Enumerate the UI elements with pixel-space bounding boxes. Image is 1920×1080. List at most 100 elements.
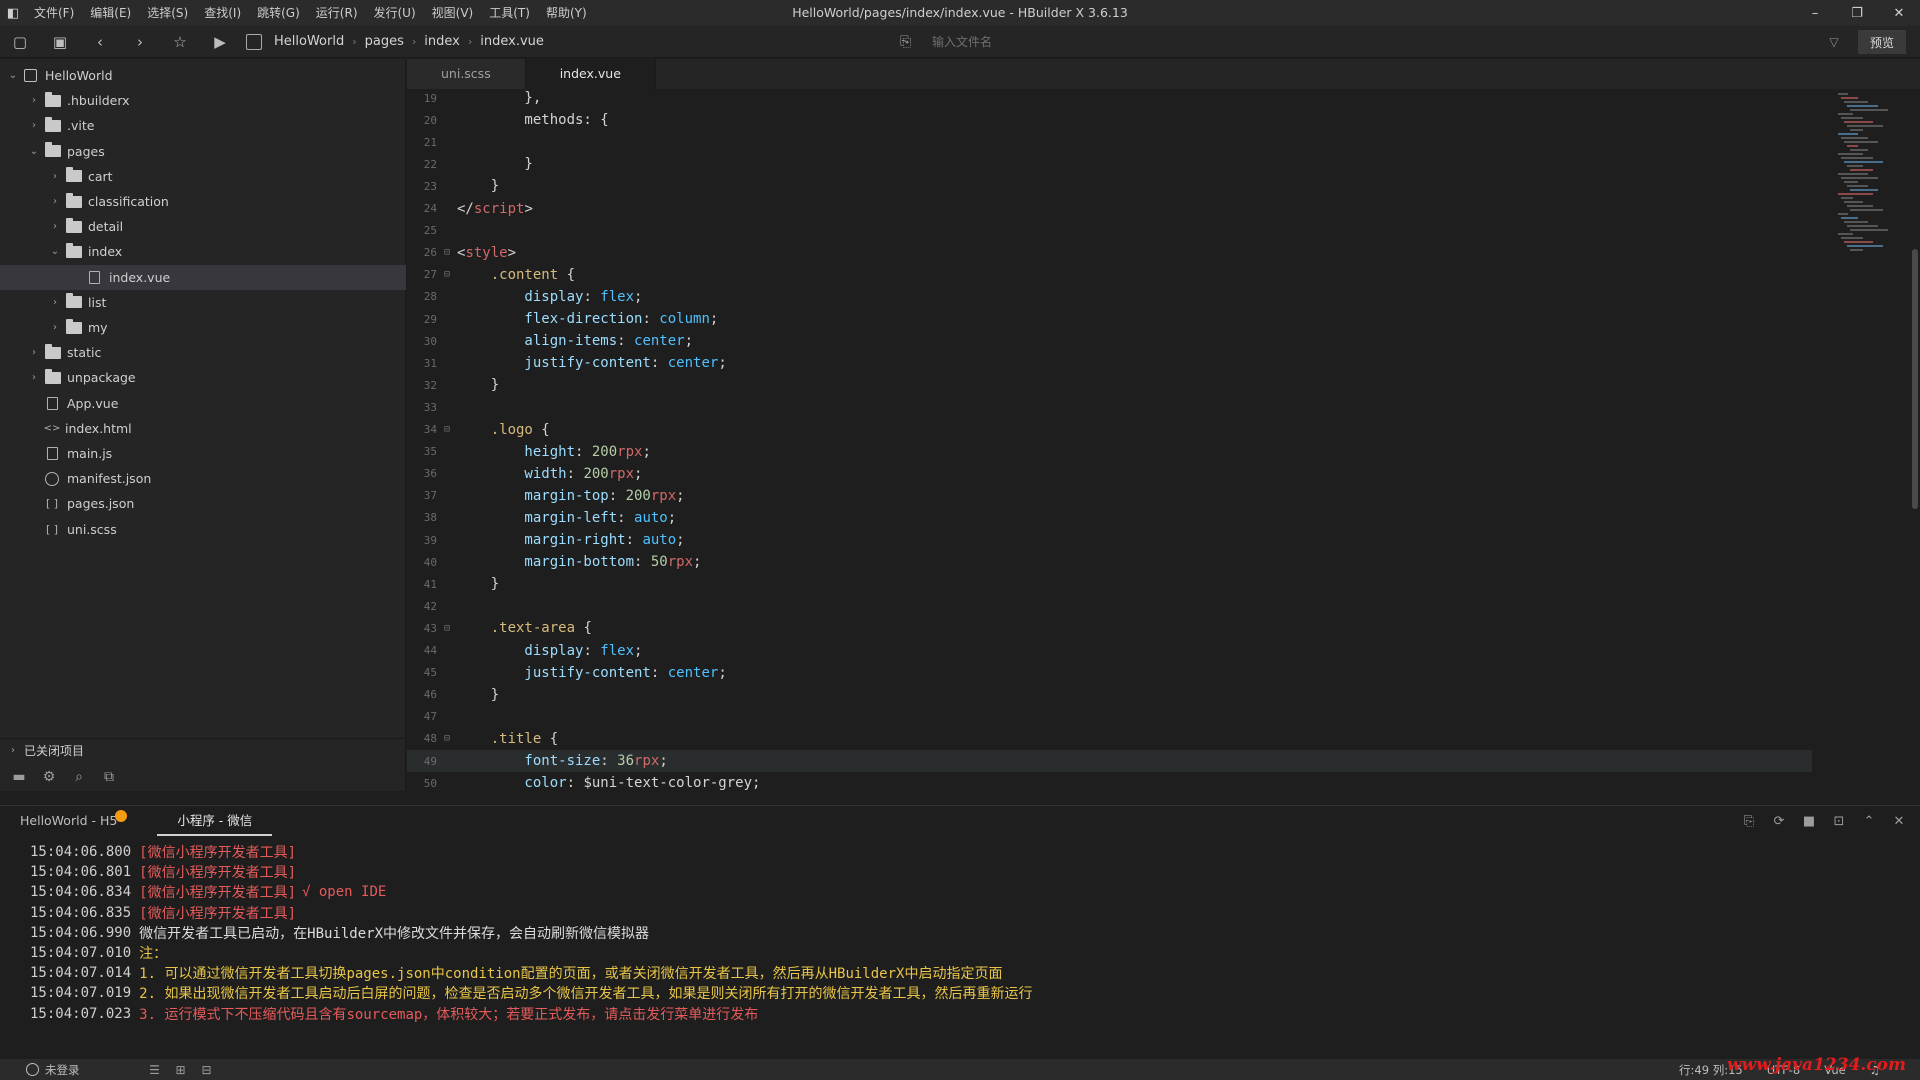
code-line[interactable]: 33 — [407, 396, 1812, 418]
menu-item[interactable]: 编辑(E) — [82, 0, 139, 26]
code-line[interactable]: 24 </script> — [407, 198, 1812, 220]
breadcrumb-item[interactable]: pages — [365, 34, 404, 49]
code-line[interactable]: 32 } — [407, 374, 1812, 396]
menu-item[interactable]: 选择(S) — [139, 0, 196, 26]
code-line[interactable]: 46 } — [407, 684, 1812, 706]
code-line[interactable]: 22 } — [407, 153, 1812, 175]
restart-icon[interactable]: ⟳ — [1764, 806, 1794, 836]
code-line[interactable]: 27 ⊟ .content { — [407, 264, 1812, 286]
fold-toggle-icon[interactable]: ⊟ — [437, 424, 457, 435]
tree-item[interactable]: [ ] pages.json — [0, 491, 406, 516]
breadcrumb-item[interactable]: HelloWorld — [274, 34, 344, 49]
back-icon[interactable]: ‹ — [80, 26, 120, 58]
tree-item[interactable]: main.js — [0, 441, 406, 466]
save-icon[interactable]: ▣ — [40, 26, 80, 58]
search-icon[interactable]: ⌕ — [64, 762, 94, 791]
menu-item[interactable]: 工具(T) — [481, 0, 538, 26]
code-line[interactable]: 50 color: $uni-text-color-grey; — [407, 772, 1812, 791]
terminal-icon[interactable]: ⊞ — [168, 1063, 194, 1077]
new-file-icon[interactable]: ▢ — [0, 26, 40, 58]
fold-toggle-icon[interactable]: ⊟ — [437, 269, 457, 280]
code-line[interactable]: 30 align-items: center; — [407, 330, 1812, 352]
console-tab[interactable]: HelloWorld - H5 — [0, 806, 128, 836]
favorite-star-icon[interactable]: ☆ — [160, 26, 200, 58]
tree-item[interactable]: ⌄ HelloWorld — [0, 63, 406, 88]
folder-icon[interactable]: ▬ — [4, 762, 34, 791]
code-line[interactable]: 36 width: 200rpx; — [407, 463, 1812, 485]
forward-icon[interactable]: › — [120, 26, 160, 58]
menu-item[interactable]: 运行(R) — [308, 0, 366, 26]
menu-item[interactable]: 跳转(G) — [249, 0, 308, 26]
maximize-panel-icon[interactable]: ⌃ — [1854, 806, 1884, 836]
restore-icon[interactable]: ❐ — [1836, 0, 1878, 26]
editor-tab[interactable]: index.vue — [525, 59, 656, 89]
tree-item[interactable]: › .vite — [0, 113, 406, 138]
tree-item[interactable]: manifest.json — [0, 466, 406, 491]
minimap[interactable] — [1838, 93, 1898, 263]
menu-item[interactable]: 视图(V) — [424, 0, 482, 26]
tree-item[interactable]: ⌄ pages — [0, 139, 406, 164]
open-external-icon[interactable]: ⎘ — [1734, 806, 1764, 836]
file-search-input[interactable] — [932, 31, 1232, 53]
filter-icon[interactable]: ▽ — [1822, 26, 1846, 58]
code-line[interactable]: 34 ⊟ .logo { — [407, 419, 1812, 441]
code-line[interactable]: 47 — [407, 706, 1812, 728]
tree-item[interactable]: › unpackage — [0, 365, 406, 390]
console-output[interactable]: 15:04:06.800 [微信小程序开发者工具] 15:04:06.801 [微信小… — [0, 844, 1920, 1059]
console-tab[interactable]: 小程序 - 微信 — [157, 806, 273, 836]
breadcrumb-item[interactable]: index — [424, 34, 460, 49]
menu-item[interactable]: 文件(F) — [26, 0, 82, 26]
tree-item[interactable]: ⌄ index — [0, 239, 406, 264]
code-line[interactable]: 21 — [407, 131, 1812, 153]
tree-item[interactable]: › my — [0, 315, 406, 340]
copy-icon[interactable]: ⧉ — [94, 762, 124, 791]
code-line[interactable]: 19 }, — [407, 89, 1812, 109]
close-icon[interactable]: ✕ — [1878, 0, 1920, 26]
code-line[interactable]: 43 ⊟ .text-area { — [407, 617, 1812, 639]
tree-item[interactable]: › cart — [0, 164, 406, 189]
code-line[interactable]: 31 justify-content: center; — [407, 352, 1812, 374]
run-icon[interactable]: ▶ — [200, 26, 240, 58]
code-line[interactable]: 41 } — [407, 573, 1812, 595]
tree-item[interactable]: › list — [0, 290, 406, 315]
menu-item[interactable]: 查找(I) — [196, 0, 249, 26]
tree-item[interactable]: App.vue — [0, 391, 406, 416]
code-line[interactable]: 49 font-size: 36rpx; — [407, 750, 1812, 772]
settings-gear-icon[interactable]: ⚙ — [34, 762, 64, 791]
code-line[interactable]: 42 — [407, 595, 1812, 617]
breadcrumb-item[interactable]: index.vue — [480, 34, 544, 49]
clear-console-icon[interactable]: ⊡ — [1824, 806, 1854, 836]
code-line[interactable]: 40 margin-bottom: 50rpx; — [407, 551, 1812, 573]
fold-toggle-icon[interactable]: ⊟ — [437, 733, 457, 744]
tree-item[interactable]: › static — [0, 340, 406, 365]
code-line[interactable]: 37 margin-top: 200rpx; — [407, 485, 1812, 507]
close-panel-icon[interactable]: ✕ — [1884, 806, 1914, 836]
editor-tab[interactable]: uni.scss — [407, 59, 526, 89]
tree-item[interactable]: › .hbuilderx — [0, 88, 406, 113]
tree-item[interactable]: › classification — [0, 189, 406, 214]
code-line[interactable]: 26 ⊟ <style> — [407, 242, 1812, 264]
code-line[interactable]: 25 — [407, 220, 1812, 242]
tree-item[interactable]: › detail — [0, 214, 406, 239]
fold-toggle-icon[interactable]: ⊟ — [437, 247, 457, 258]
code-line[interactable]: 20 methods: { — [407, 109, 1812, 131]
fold-toggle-icon[interactable]: ⊟ — [437, 623, 457, 634]
device-icon[interactable]: ⊟ — [194, 1063, 220, 1077]
code-line[interactable]: 48 ⊟ .title { — [407, 728, 1812, 750]
tree-item[interactable]: [ ] uni.scss — [0, 517, 406, 542]
code-editor[interactable]: 19 }, 20 methods: {21 22 } 23 } 24 </script> 2… — [407, 89, 1920, 791]
closed-projects-section[interactable]: › 已关闭项目 — [0, 738, 406, 762]
minimize-icon[interactable]: – — [1794, 0, 1836, 26]
code-line[interactable]: 45 justify-content: center; — [407, 662, 1812, 684]
code-line[interactable]: 35 height: 200rpx; — [407, 441, 1812, 463]
code-line[interactable]: 29 flex-direction: column; — [407, 308, 1812, 330]
tree-item[interactable]: index.vue — [0, 264, 406, 290]
stop-icon[interactable]: ■ — [1794, 806, 1824, 836]
login-status[interactable]: 未登录 — [26, 1062, 80, 1078]
code-line[interactable]: 23 } — [407, 175, 1812, 197]
preview-button[interactable]: 预览 — [1858, 30, 1906, 54]
code-line[interactable]: 28 display: flex; — [407, 286, 1812, 308]
menu-item[interactable]: 帮助(Y) — [538, 0, 595, 26]
code-line[interactable]: 38 margin-left: auto; — [407, 507, 1812, 529]
tree-item[interactable]: <> index.html — [0, 416, 406, 441]
